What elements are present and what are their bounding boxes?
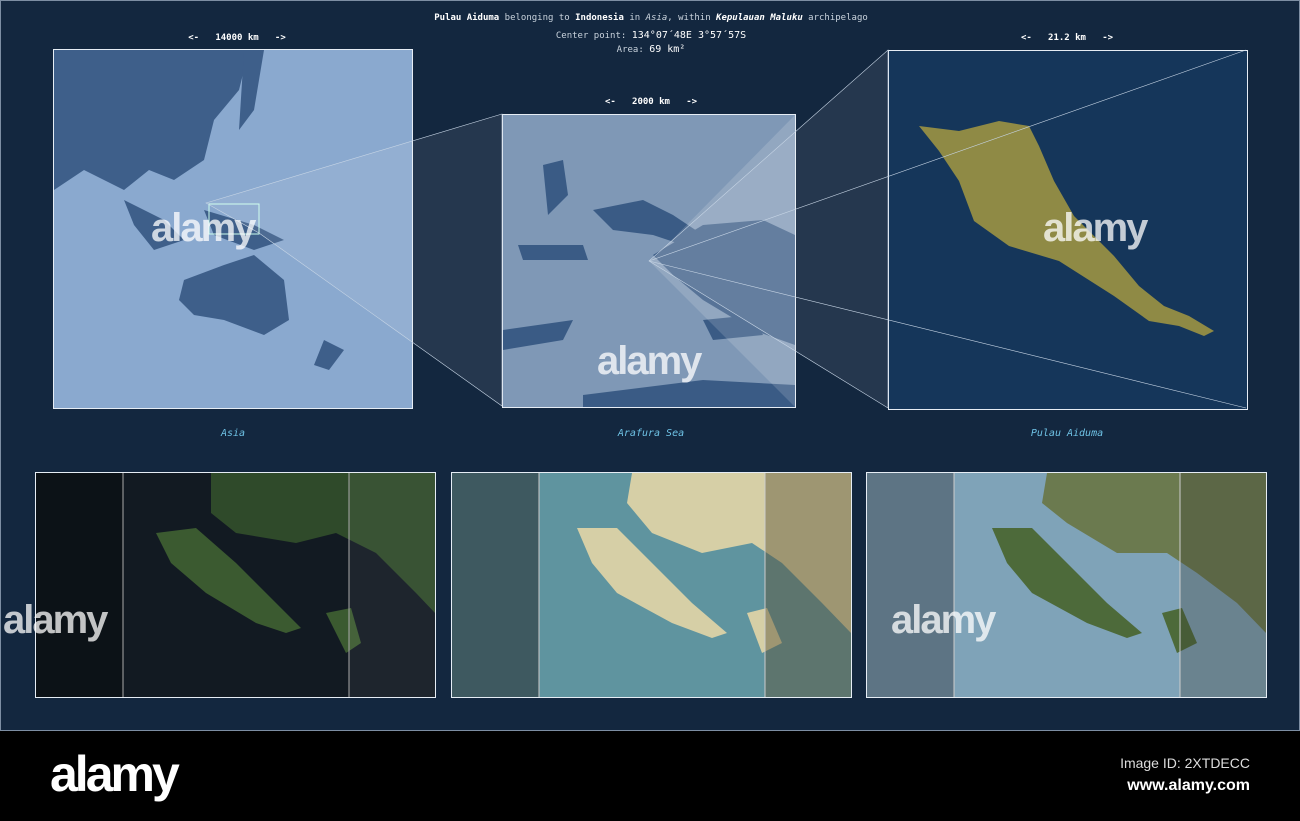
image-id: Image ID: 2XTDECC — [1120, 755, 1250, 771]
watermark: alamy — [597, 339, 702, 383]
title-line: Pulau Aiduma belonging to Indonesia in A… — [434, 13, 868, 23]
alamy-logo[interactable]: alamy — [50, 745, 180, 803]
watermark: alamy — [3, 598, 108, 642]
watermark: alamy — [1043, 206, 1148, 250]
label-region: Arafura Sea — [617, 428, 685, 439]
scale-region: <- 2000 km -> — [604, 97, 698, 107]
site-link[interactable]: www.alamy.com — [1127, 777, 1250, 795]
watermark: alamy — [891, 598, 996, 642]
scale-island: <- 21.2 km -> — [1020, 33, 1114, 43]
satellite-panel — [35, 472, 436, 698]
footer-bar: alamy Image ID: 2XTDECC www.alamy.com — [0, 731, 1300, 821]
relief-panel — [866, 472, 1267, 698]
label-asia: Asia — [220, 428, 246, 439]
label-island: Pulau Aiduma — [1030, 428, 1104, 439]
map-frame: Pulau Aiduma belonging to Indonesia in A… — [0, 0, 1300, 731]
scale-asia: <- 14000 km -> — [188, 33, 286, 43]
watermark: alamy — [151, 206, 256, 250]
political-panel — [451, 472, 852, 698]
